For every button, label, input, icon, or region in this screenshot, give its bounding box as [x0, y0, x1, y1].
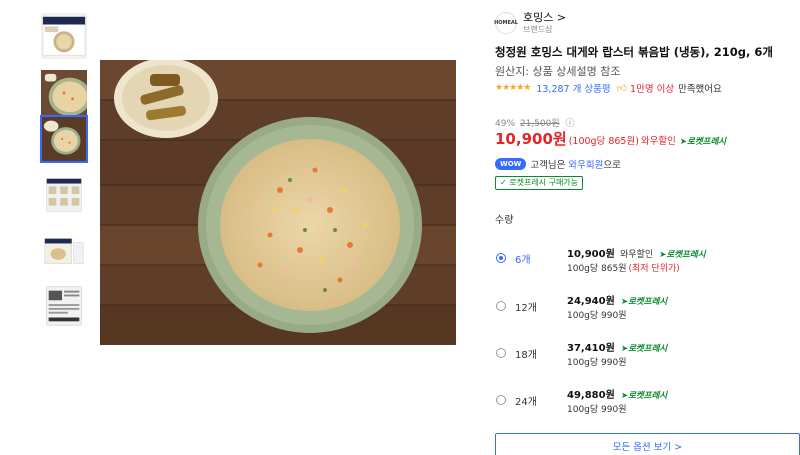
option-price: 10,900원	[567, 249, 615, 260]
star-rating: ★★★★★	[495, 83, 531, 93]
thumbnail-package-back[interactable]	[40, 282, 88, 330]
option-price: 37,410원	[567, 343, 615, 354]
radio-unselected[interactable]	[496, 395, 506, 405]
brand-shop-label: 브랜드샵	[523, 25, 553, 34]
rocket-icon: ➤	[679, 137, 687, 147]
option-rocket-label: 로켓프레시	[628, 344, 668, 354]
satisfaction-text: 만족했어요	[678, 84, 722, 95]
thumbnail-package-front[interactable]	[40, 12, 88, 60]
radio-unselected[interactable]	[496, 348, 506, 358]
radio-unselected[interactable]	[496, 301, 506, 311]
option-price-row: 24,940원 ➤로켓프레시	[567, 292, 667, 307]
wow-prefix: 고객님은	[530, 160, 569, 171]
thumbnail-package-stack[interactable]	[40, 172, 88, 220]
thumbnail-fried-rice-closeup[interactable]	[40, 69, 88, 117]
brand-name[interactable]: 호밍스 >	[523, 11, 566, 24]
option-unit-price: 100g당 990원	[567, 358, 627, 368]
review-count-link[interactable]: 13,287 개 상품평	[536, 81, 610, 95]
option-lowest-unit: (최저 단위가)	[628, 264, 680, 274]
option-unit-price: 100g당 865원 (최저 단위가)	[567, 261, 680, 274]
option-rocket-label: 로켓프레시	[666, 250, 706, 260]
product-origin: 원산지: 상품 상세설명 참조	[495, 65, 621, 78]
option-unit-price: 100g당 990원	[567, 405, 627, 415]
option-price: 24,940원	[567, 296, 615, 307]
option-name[interactable]: 24개	[515, 393, 537, 408]
rocket-fresh-label: 로켓프레시	[687, 137, 727, 147]
option-price-row: 10,900원 와우할인 ➤로켓프레시	[567, 245, 706, 260]
option-rocket-label: 로켓프레시	[628, 391, 668, 401]
option-price-row: 37,410원 ➤로켓프레시	[567, 339, 667, 354]
option-price: 49,880원	[567, 390, 615, 401]
option-rocket-badge: ➤로켓프레시	[621, 391, 667, 401]
thumbnail-fried-rice-plate[interactable]	[40, 115, 88, 163]
unit-price: (100g당 865원)	[568, 136, 639, 147]
option-unit: 100g당 865원	[567, 264, 627, 274]
quantity-label: 수량	[495, 215, 514, 226]
view-all-options-button[interactable]: 모든 옵션 보기 >	[495, 433, 800, 455]
wow-member-link[interactable]: 와우회원	[568, 160, 603, 171]
brand-shop-link[interactable]: HOMEAL 호밍스 > 브랜드샵	[494, 10, 566, 36]
product-info-panel: HOMEAL 호밍스 > 브랜드샵 청정원 호밍스 대게와 랍스터 볶음밥 (냉…	[494, 0, 800, 455]
brand-logo: HOMEAL	[494, 12, 518, 34]
main-product-image[interactable]	[100, 60, 456, 345]
option-name[interactable]: 12개	[515, 299, 537, 314]
option-unit-price: 100g당 990원	[567, 311, 627, 321]
thumbnail-package-contents[interactable]	[40, 230, 88, 278]
product-title: 청정원 호밍스 대게와 랍스터 볶음밥 (냉동), 210g, 6개	[495, 45, 773, 59]
wow-discount-label: 와우할인	[640, 136, 676, 147]
wow-badge: WOW	[495, 158, 527, 170]
sale-price: 10,900원	[495, 130, 567, 148]
option-name[interactable]: 6개	[515, 251, 531, 266]
option-rocket-badge: ➤로켓프레시	[621, 344, 667, 354]
option-rocket-badge: ➤로켓프레시	[659, 250, 705, 260]
satisfaction-count: 1만명 이상	[630, 84, 675, 95]
option-rocket-badge: ➤로켓프레시	[621, 297, 667, 307]
option-name[interactable]: 18개	[515, 346, 537, 361]
option-rocket-label: 로켓프레시	[628, 297, 668, 307]
thumbs-up-icon: 👍︎	[616, 83, 628, 94]
rating-row: ★★★★★ 13,287 개 상품평 👍︎ 1만명 이상 만족했어요	[495, 81, 722, 95]
rocket-fresh-available-badge: ✓ 로켓프레시 구매가능	[495, 176, 584, 190]
price-row: 10,900원 (100g당 865원) 와우할인 ➤로켓프레시	[495, 128, 726, 149]
rocket-fresh-badge: ➤로켓프레시	[680, 135, 726, 147]
radio-selected[interactable]	[496, 253, 506, 263]
wow-member-text: 고객님은 와우회원으로	[530, 157, 620, 171]
option-wow-label: 와우할인	[619, 250, 654, 260]
wow-member-row: WOW 고객님은 와우회원으로	[495, 157, 621, 171]
wow-suffix: 으로	[603, 160, 621, 171]
option-price-row: 49,880원 ➤로켓프레시	[567, 386, 667, 401]
